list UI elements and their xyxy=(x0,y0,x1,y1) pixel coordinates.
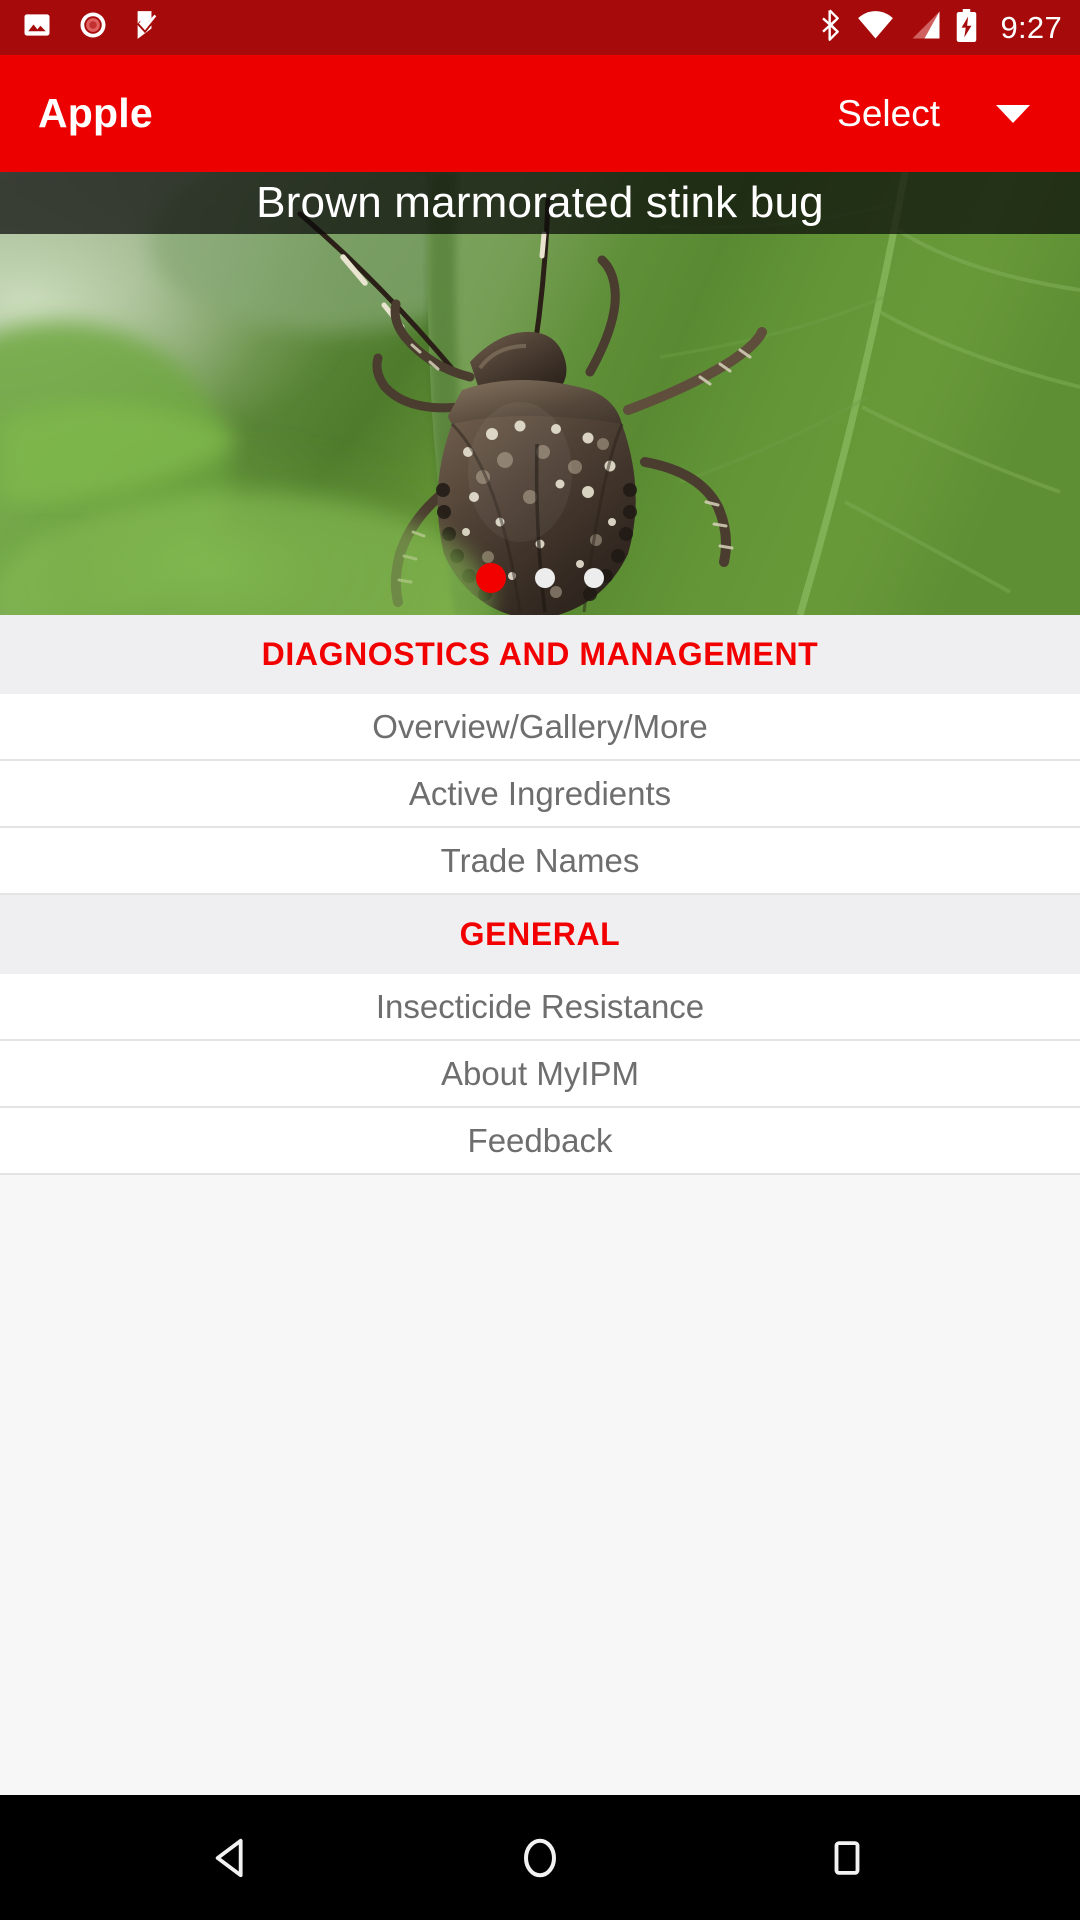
image-carousel[interactable]: Brown marmorated stink bug xyxy=(0,172,1080,615)
status-bar-clock: 9:27 xyxy=(1000,9,1062,45)
bluetooth-icon xyxy=(819,9,843,46)
section-header-label: DIAGNOSTICS AND MANAGEMENT xyxy=(261,636,819,672)
square-icon xyxy=(834,1840,860,1875)
menu-item-label: About MyIPM xyxy=(440,1054,640,1092)
back-button[interactable] xyxy=(173,1795,293,1920)
menu-item-label: Active Ingredients xyxy=(408,774,672,812)
chevron-down-icon[interactable] xyxy=(996,104,1030,123)
status-bar-left-icons xyxy=(22,10,162,45)
section-header-diagnostics: DIAGNOSTICS AND MANAGEMENT xyxy=(0,615,1080,694)
home-button[interactable] xyxy=(480,1795,600,1920)
menu-item-label: Trade Names xyxy=(440,841,640,879)
carousel-dot-3[interactable] xyxy=(584,568,604,588)
crop-selector[interactable]: Select xyxy=(837,93,1044,135)
circle-icon xyxy=(523,1838,556,1877)
cell-signal-icon xyxy=(908,10,941,45)
carousel-indicators[interactable] xyxy=(0,563,1080,593)
wifi-icon xyxy=(857,10,894,45)
menu-list: DIAGNOSTICS AND MANAGEMENT Overview/Gall… xyxy=(0,615,1080,1795)
menu-item-label: Overview/Gallery/More xyxy=(372,707,708,745)
app-bar: Apple Select xyxy=(0,55,1080,172)
app-root: 9:27 Apple Select Brown marmorated stink… xyxy=(0,0,1080,1920)
menu-item-overview-gallery-more[interactable]: Overview/Gallery/More xyxy=(0,694,1080,761)
pest-title-banner: Brown marmorated stink bug xyxy=(0,172,1080,234)
pest-photo xyxy=(0,172,1080,615)
menu-item-label: Feedback xyxy=(467,1121,613,1159)
section-header-general: GENERAL xyxy=(0,895,1080,974)
carousel-dot-1[interactable] xyxy=(476,563,506,593)
carousel-dot-2[interactable] xyxy=(535,568,555,588)
menu-item-about-myipm[interactable]: About MyIPM xyxy=(0,1041,1080,1108)
triangle-left-icon xyxy=(216,1838,243,1877)
select-label[interactable]: Select xyxy=(837,93,940,135)
battery-charging-icon xyxy=(955,8,978,47)
menu-item-active-ingredients[interactable]: Active Ingredients xyxy=(0,761,1080,828)
record-icon xyxy=(78,10,108,45)
status-bar: 9:27 xyxy=(0,0,1080,55)
section-header-label: GENERAL xyxy=(459,916,621,952)
status-bar-right-icons: 9:27 xyxy=(819,8,1062,47)
android-navigation-bar xyxy=(0,1795,1080,1920)
menu-item-insecticide-resistance[interactable]: Insecticide Resistance xyxy=(0,974,1080,1041)
menu-item-feedback[interactable]: Feedback xyxy=(0,1108,1080,1175)
pest-name: Brown marmorated stink bug xyxy=(256,178,824,227)
image-icon xyxy=(22,10,52,45)
menu-item-trade-names[interactable]: Trade Names xyxy=(0,828,1080,895)
list-empty-area xyxy=(0,1175,1080,1795)
app-title: Apple xyxy=(38,90,153,136)
menu-item-label: Insecticide Resistance xyxy=(375,987,705,1025)
recents-button[interactable] xyxy=(787,1795,907,1920)
flag-check-icon xyxy=(134,10,162,45)
